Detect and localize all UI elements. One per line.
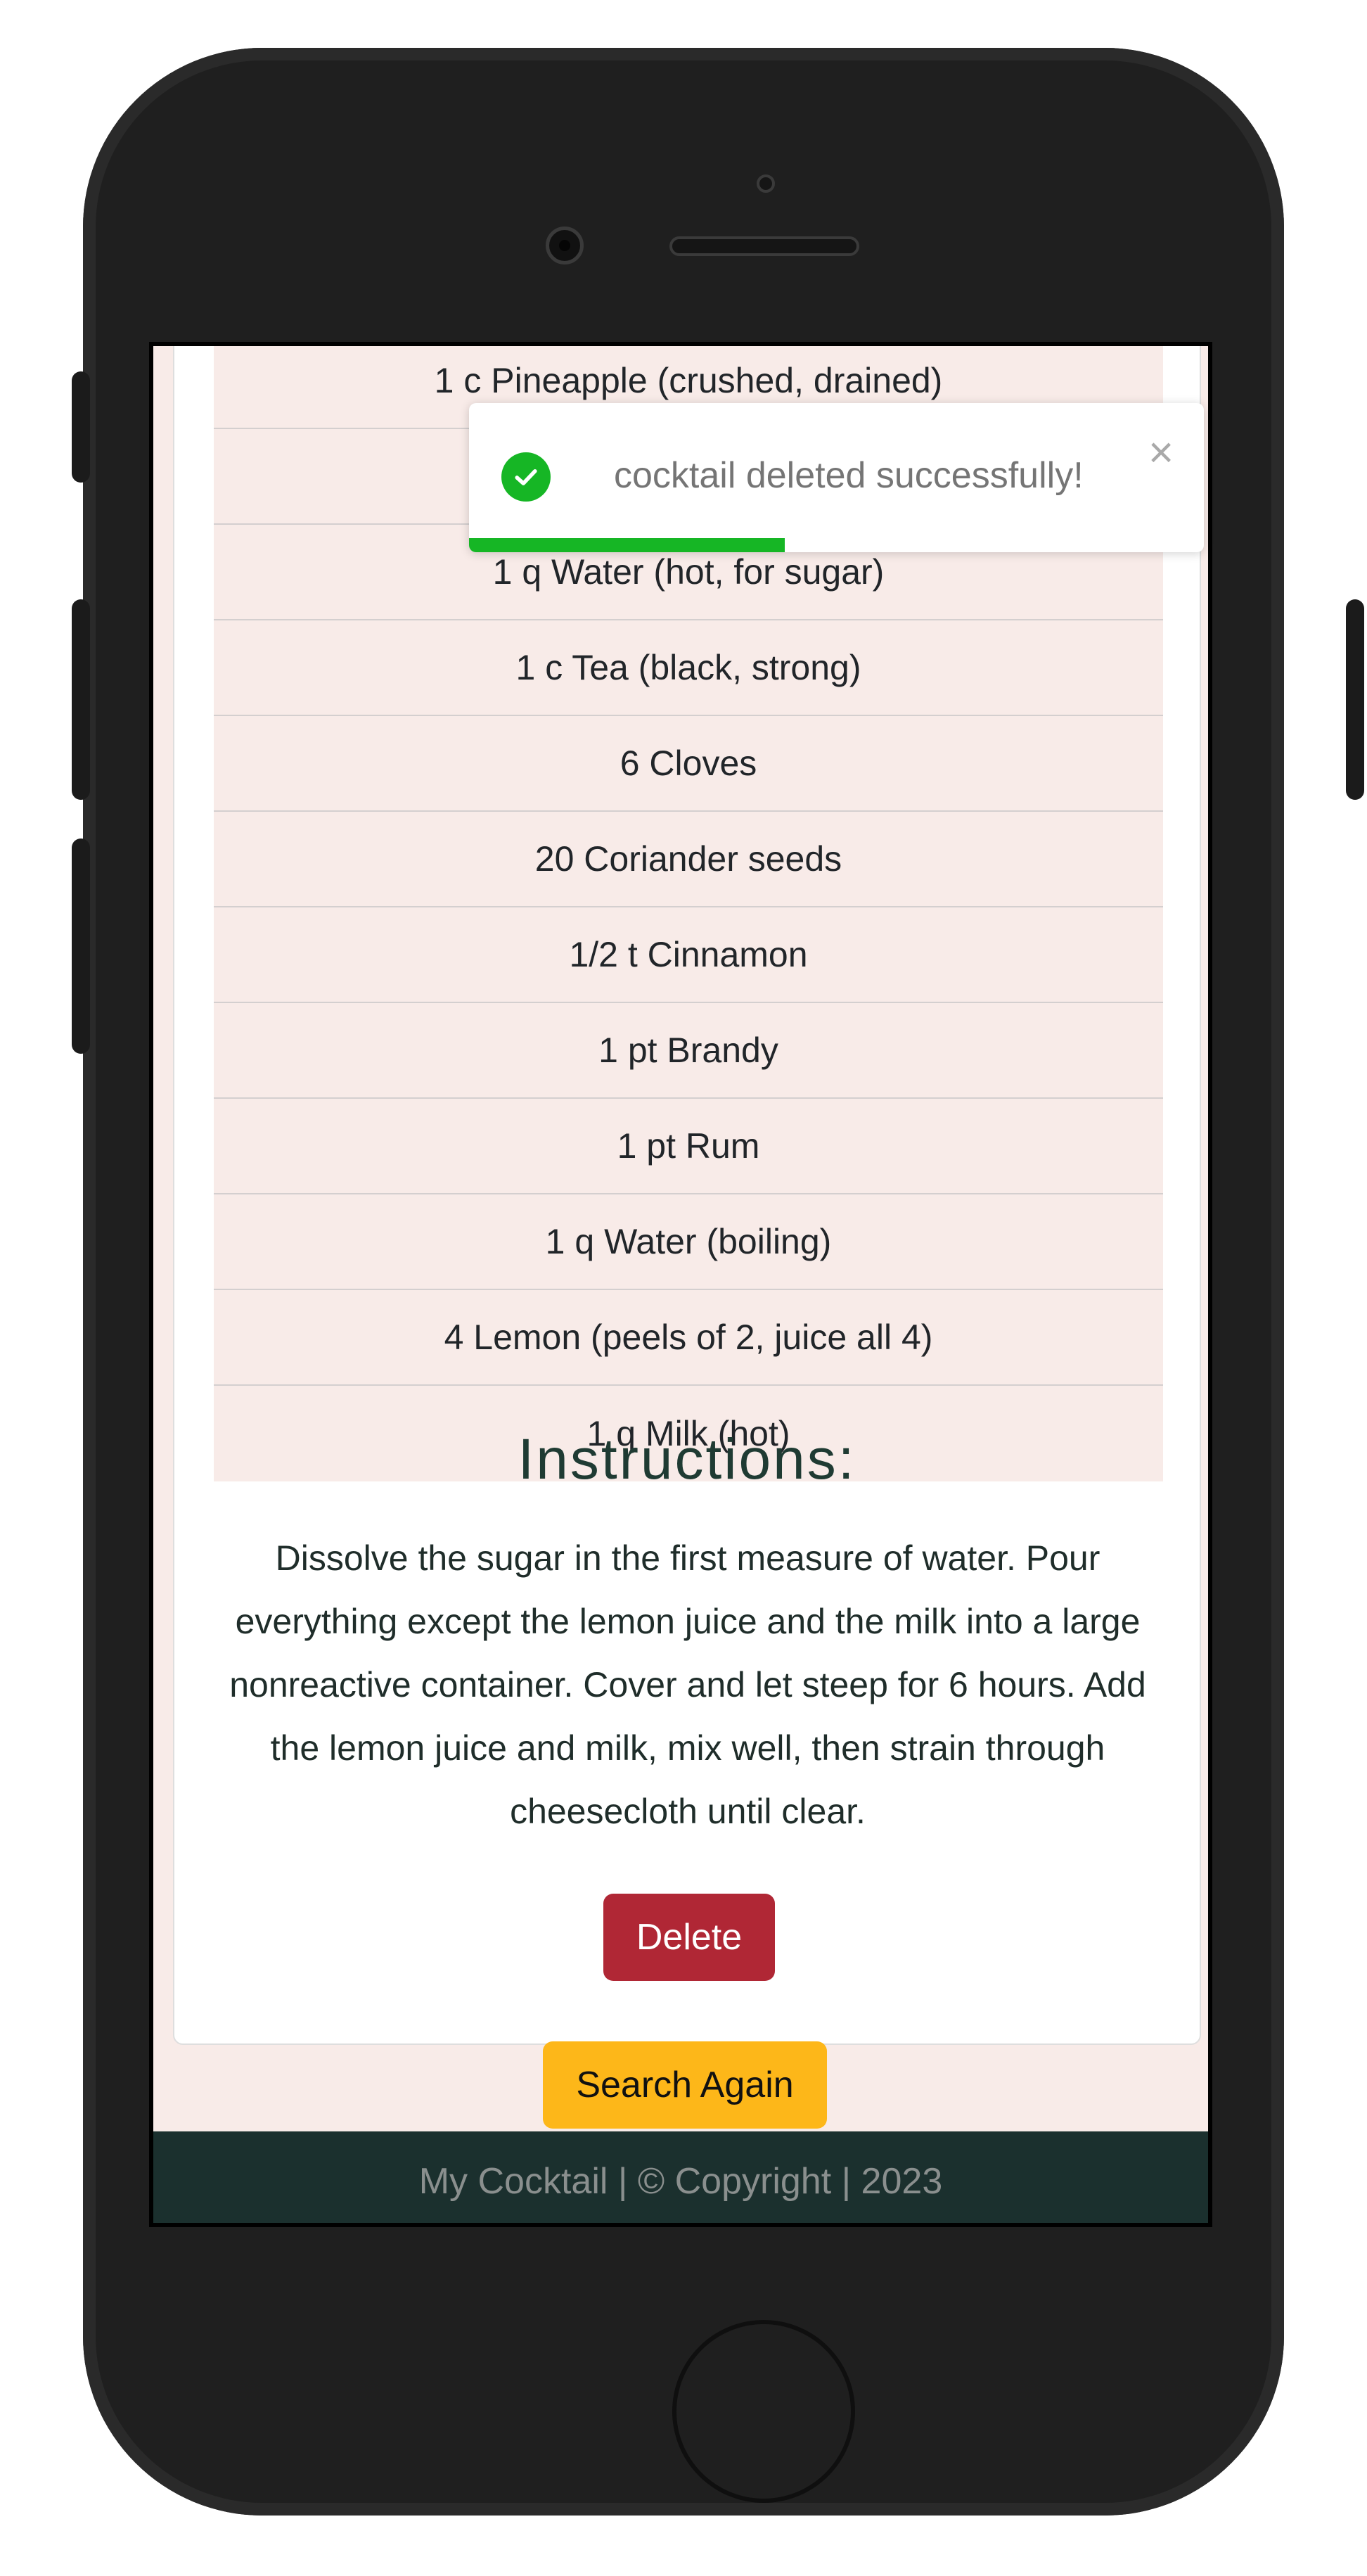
power-button (1346, 599, 1364, 800)
front-camera (546, 227, 584, 264)
ingredient-row: 4 Lemon (peels of 2, juice all 4) (214, 1290, 1163, 1386)
ingredient-row: 1 c Tea (black, strong) (214, 620, 1163, 716)
earpiece-speaker (669, 236, 859, 256)
volume-up-button (72, 599, 90, 800)
ingredient-row: 1 q Water (boiling) (214, 1194, 1163, 1290)
success-toast[interactable]: cocktail deleted successfully! × (469, 403, 1204, 552)
footer: My Cocktail | © Copyright | 2023 (153, 2131, 1208, 2223)
toast-progress-track (469, 538, 1204, 552)
cocktail-card: 1 c Pineapple (crushed, drained) 1 c Sug… (173, 346, 1201, 2045)
ingredient-row: 6 Cloves (214, 716, 1163, 812)
footer-copyright: My Cocktail | © Copyright | 2023 (418, 2161, 943, 2202)
toast-progress-bar (469, 538, 785, 552)
check-circle-icon (501, 452, 551, 502)
ingredient-row: 1/2 t Cinnamon (214, 907, 1163, 1003)
instructions-heading: Instructions: (518, 1427, 856, 1491)
delete-button[interactable]: Delete (603, 1894, 775, 1981)
phone-screen: 1 c Pineapple (crushed, drained) 1 c Sug… (149, 342, 1212, 2227)
instructions-text: Dissolve the sugar in the first measure … (229, 1538, 1146, 1831)
ingredient-row: 1 pt Rum (214, 1099, 1163, 1194)
home-button[interactable] (672, 2320, 855, 2503)
ingredient-row: 1 pt Brandy (214, 1003, 1163, 1099)
search-again-button[interactable]: Search Again (543, 2041, 827, 2129)
close-icon[interactable]: × (1148, 431, 1174, 475)
toast-message: cocktail deleted successfully! (614, 455, 1084, 496)
ingredient-row: 20 Coriander seeds (214, 812, 1163, 907)
mute-switch (72, 371, 90, 483)
volume-down-button (72, 839, 90, 1054)
proximity-sensor (757, 174, 775, 193)
